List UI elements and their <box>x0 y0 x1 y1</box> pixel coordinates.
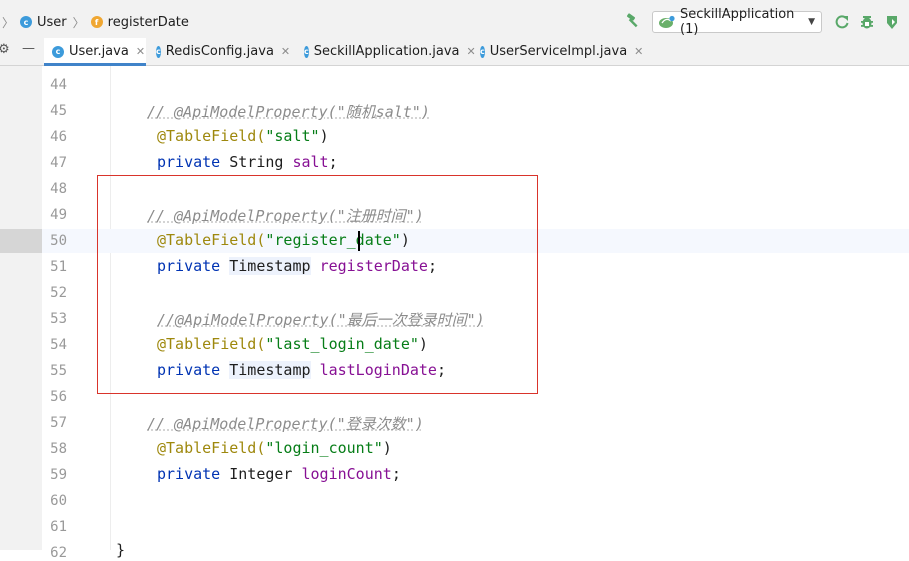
line-number: 50 <box>50 233 67 249</box>
code-field: salt <box>292 153 329 171</box>
code-line-62[interactable]: } <box>116 541 125 559</box>
tab-label: RedisConfig.java <box>165 44 274 59</box>
run-configuration-select[interactable]: SeckillApplication (1) ▼ <box>652 7 822 37</box>
line-number: 54 <box>50 337 67 353</box>
run-config-label: SeckillApplication (1) <box>680 7 795 37</box>
line-number: 52 <box>50 285 67 301</box>
code-type: Integer <box>229 465 293 483</box>
code-annotation: @TableField( <box>157 439 266 457</box>
code-punct: ) <box>382 439 392 457</box>
close-icon[interactable]: ✕ <box>136 45 145 58</box>
line-number: 51 <box>50 259 67 275</box>
dropdown-chevron-icon: ▼ <box>808 17 815 27</box>
gutter-strip <box>0 66 42 550</box>
code-comment: // @ApiModelProperty("随机salt") <box>147 103 430 121</box>
line-number: 44 <box>50 77 67 93</box>
line-number: 58 <box>50 441 67 457</box>
tab-user-java[interactable]: c User.java ✕ <box>44 38 146 66</box>
line-number: 46 <box>50 129 67 145</box>
debug-icon[interactable] <box>859 14 875 30</box>
breadcrumb-separator-icon: 〉 <box>72 15 85 30</box>
code-line-47[interactable]: private String salt; <box>157 153 338 171</box>
close-icon[interactable]: ✕ <box>634 45 643 58</box>
breadcrumb-field-label: registerDate <box>107 14 189 30</box>
code-line-57[interactable]: // @ApiModelProperty("登录次数") <box>147 413 424 434</box>
breadcrumb-class-label: User <box>37 14 67 30</box>
line-number: 53 <box>50 311 67 327</box>
line-number: 48 <box>50 181 67 197</box>
breadcrumb-class[interactable]: c User <box>20 15 67 30</box>
code-punct: ; <box>328 153 338 171</box>
tab-label: SeckillApplication.java <box>313 44 460 59</box>
editor-tab-bar: ⚙ — c User.java ✕ c RedisConfig.java ✕ c… <box>0 38 909 66</box>
gear-icon[interactable]: ⚙ <box>0 42 10 57</box>
line-number: 45 <box>50 103 67 119</box>
class-icon: c <box>304 45 309 58</box>
class-icon: c <box>52 45 64 58</box>
code-brace: } <box>116 541 126 559</box>
navigation-bar: 〉 c User 〉 f registerDate SeckillApplica… <box>0 0 909 38</box>
code-line-58[interactable]: @TableField("login_count") <box>157 439 392 457</box>
code-string: "salt" <box>265 127 320 145</box>
line-number: 57 <box>50 415 67 431</box>
class-icon: c <box>480 45 485 58</box>
line-number: 56 <box>50 389 67 405</box>
line-number: 62 <box>50 545 67 561</box>
code-line-45[interactable]: // @ApiModelProperty("随机salt") <box>147 101 430 122</box>
breadcrumb: 〉 c User 〉 f registerDate <box>2 13 189 31</box>
hammer-icon[interactable] <box>625 13 641 29</box>
run-config-icon <box>658 15 676 29</box>
code-line-46[interactable]: @TableField("salt") <box>157 127 329 145</box>
code-field: loginCount <box>301 465 392 483</box>
code-punct: ; <box>391 465 401 483</box>
coverage-icon[interactable] <box>884 14 900 30</box>
code-annotation: @TableField( <box>157 127 266 145</box>
tab-redisconfig-java[interactable]: c RedisConfig.java ✕ <box>148 38 290 65</box>
minimize-icon[interactable]: — <box>22 41 35 56</box>
tab-seckillapplication-java[interactable]: c SeckillApplication.java ✕ <box>296 38 476 65</box>
class-icon: c <box>20 16 33 28</box>
tab-userserviceimpl-java[interactable]: c UserServiceImpl.java ✕ <box>472 38 643 65</box>
current-line-gutter-marker <box>0 229 42 253</box>
class-icon: c <box>156 45 161 58</box>
code-keyword: private <box>157 465 221 483</box>
line-number: 49 <box>50 207 67 223</box>
rerun-icon[interactable] <box>834 14 850 30</box>
line-number: 60 <box>50 493 67 509</box>
field-icon: f <box>90 16 103 28</box>
line-number: 55 <box>50 363 67 379</box>
line-number: 47 <box>50 155 67 171</box>
highlight-box <box>97 175 538 394</box>
breadcrumb-field[interactable]: f registerDate <box>90 14 189 30</box>
line-number: 61 <box>50 519 67 535</box>
code-type: String <box>229 153 284 171</box>
code-line-59[interactable]: private Integer loginCount; <box>157 465 401 483</box>
code-keyword: private <box>157 153 221 171</box>
line-number: 59 <box>50 467 67 483</box>
code-comment: // @ApiModelProperty("登录次数") <box>147 415 424 433</box>
tab-label: UserServiceImpl.java <box>489 44 628 59</box>
breadcrumb-separator-icon: 〉 <box>2 15 15 30</box>
tab-label: User.java <box>69 44 129 59</box>
close-icon[interactable]: ✕ <box>281 45 290 58</box>
code-punct: ) <box>319 127 329 145</box>
code-string: "login_count" <box>265 439 383 457</box>
